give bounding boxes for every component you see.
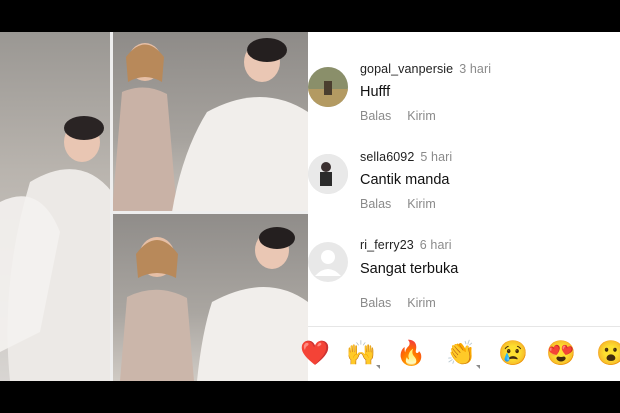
comment-text: Sangat terbuka	[360, 261, 459, 277]
avatar-image	[308, 154, 348, 194]
comment-actions: Balas Kirim	[360, 197, 452, 211]
chevron-down-icon	[376, 365, 380, 369]
photo-bottom-right	[112, 212, 308, 381]
clapping-hands-icon[interactable]: 👏	[446, 340, 476, 368]
reply-button[interactable]: Balas	[360, 197, 391, 211]
crying-face-icon[interactable]: 😢	[498, 340, 528, 368]
send-button[interactable]: Kirim	[407, 109, 435, 123]
comment-text: Cantik manda	[360, 172, 450, 188]
collage-divider-vertical	[110, 32, 113, 381]
avatar-placeholder[interactable]	[308, 242, 348, 282]
photo-top-right-illustration	[112, 38, 308, 212]
chevron-down-icon	[476, 365, 480, 369]
collage-divider-horizontal	[112, 211, 308, 214]
avatar[interactable]	[308, 154, 348, 194]
comment-username[interactable]: sella6092 5 hari	[360, 150, 452, 164]
reply-button[interactable]: Balas	[360, 109, 391, 123]
raised-hands-icon[interactable]: 🙌	[346, 340, 376, 368]
comment-time: 5 hari	[420, 150, 453, 164]
surprised-face-icon[interactable]: 😮	[596, 340, 620, 368]
photo-collage	[0, 32, 308, 381]
photo-bottom-right-illustration	[120, 227, 308, 381]
comment-username[interactable]: gopal_vanpersie 3 hari	[360, 62, 491, 76]
heart-eyes-icon[interactable]: 😍	[546, 340, 576, 368]
photo-top-right	[112, 32, 308, 212]
send-button[interactable]: Kirim	[407, 197, 435, 211]
photo-left	[0, 32, 112, 381]
comment-time: 6 hari	[419, 238, 452, 252]
comment-actions: Balas Kirim	[360, 109, 452, 123]
send-button[interactable]: Kirim	[407, 296, 435, 310]
username-text[interactable]: sella6092	[360, 150, 414, 164]
comment-actions: Balas Kirim	[360, 296, 452, 310]
screenshot-frame: gopal_vanpersie 3 hari Hufff Balas Kirim s…	[0, 32, 620, 381]
default-user-icon	[315, 250, 341, 276]
photo-left-illustration	[0, 116, 112, 381]
comment-username[interactable]: ri_ferry23 6 hari	[360, 238, 452, 252]
emoji-reaction-bar: ❤️ 🙌 🔥 👏 😢 😍 😮	[300, 326, 620, 381]
comment-list: gopal_vanpersie 3 hari Hufff Balas Kirim s…	[308, 32, 620, 326]
heart-icon[interactable]: ❤️	[300, 340, 330, 368]
reply-button[interactable]: Balas	[360, 296, 391, 310]
comment-text: Hufff	[360, 84, 391, 100]
fire-icon[interactable]: 🔥	[396, 340, 426, 368]
avatar[interactable]	[308, 67, 348, 107]
username-text[interactable]: ri_ferry23	[360, 238, 414, 252]
avatar-image	[308, 67, 348, 107]
comment-time: 3 hari	[459, 62, 492, 76]
username-text[interactable]: gopal_vanpersie	[360, 62, 453, 76]
